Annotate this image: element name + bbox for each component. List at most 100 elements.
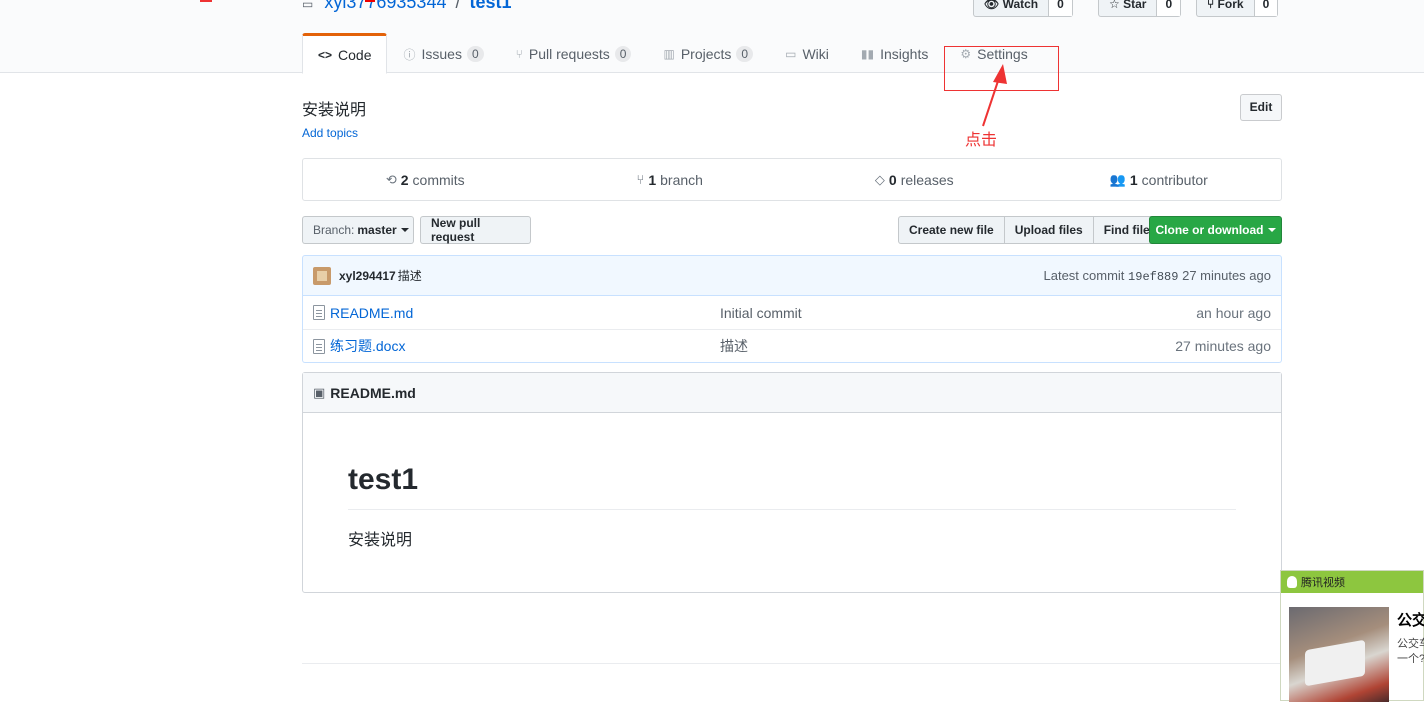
project-icon: ▥ — [663, 47, 675, 61]
repo-description: 安装说明 — [302, 102, 367, 119]
commits-count: 2 — [400, 171, 409, 188]
contributor-count: 1 — [1129, 171, 1138, 188]
projects-counter: 0 — [736, 46, 754, 62]
popup-subtitle-line: 一个? — [1397, 653, 1424, 665]
readme-text: 安装说明 — [348, 531, 413, 549]
tab-code[interactable]: <> Code — [302, 33, 388, 74]
tab-wiki[interactable]: ▭ Wiki — [769, 33, 845, 73]
table-row: README.md Initial commit an hour ago — [303, 296, 1281, 329]
tab-projects[interactable]: ▥ Projects 0 — [647, 33, 769, 73]
tab-label: Insights — [880, 46, 929, 62]
releases-label: releases — [900, 171, 954, 188]
issue-icon: ⓘ — [403, 47, 416, 62]
fork-button[interactable]: ⑂ Fork — [1197, 0, 1255, 16]
annotation-arrow — [982, 64, 1007, 127]
fork-button-group[interactable]: ⑂ Fork 0 — [1196, 0, 1279, 17]
branches-link[interactable]: ⑂ 1 branch — [548, 159, 793, 200]
history-icon: ⟲ — [385, 171, 397, 187]
file-list: README.md Initial commit an hour ago 练习题… — [302, 296, 1282, 363]
popup-brand: 腾讯视频 — [1301, 577, 1345, 589]
avatar[interactable] — [313, 266, 331, 285]
divider — [302, 663, 1424, 664]
issues-counter: 0 — [466, 46, 484, 62]
repo-nav: <> Code ⓘ Issues 0 ⑂ Pull requests 0 ▥ P… — [302, 33, 1044, 74]
branch-icon: ⑂ — [636, 172, 645, 187]
latest-commit-label: Latest commit — [1043, 267, 1125, 283]
star-button[interactable]: ☆ Star — [1099, 0, 1158, 16]
book-icon: ▣ — [313, 384, 326, 400]
readme-filename: README.md — [330, 384, 416, 401]
file-icon — [313, 338, 325, 354]
file-age: 27 minutes ago — [1175, 338, 1271, 354]
file-name-link[interactable]: 练习题.docx — [330, 336, 720, 356]
file-actions: Create new file Upload files Find file — [898, 216, 1161, 244]
releases-link[interactable]: ◇ 0 releases — [792, 159, 1037, 200]
watch-button[interactable]: 👁 Watch — [974, 0, 1050, 16]
qq-icon — [1287, 576, 1297, 588]
tab-pull-requests[interactable]: ⑂ Pull requests 0 — [500, 33, 648, 73]
clone-or-download-button[interactable]: Clone or download — [1149, 216, 1282, 244]
book-icon: ▭ — [785, 47, 797, 61]
tab-label: Code — [338, 46, 372, 63]
file-commit-message[interactable]: Initial commit — [720, 305, 1196, 321]
repo-owner-link[interactable]: xyl3776935344 — [324, 0, 446, 12]
tab-label: Wiki — [802, 46, 829, 62]
commits-link[interactable]: ⟲ 2 commits — [303, 159, 548, 200]
code-icon: <> — [318, 47, 333, 62]
commit-age: 27 minutes ago — [1182, 267, 1271, 283]
people-icon: 👥 — [1109, 171, 1126, 187]
branch-count: 1 — [648, 171, 657, 188]
file-name-link[interactable]: README.md — [330, 305, 720, 321]
readme-box: ▣ README.md test1 安装说明 — [302, 372, 1282, 593]
branch-select-button[interactable]: Branch: master — [302, 216, 414, 244]
watch-button-group[interactable]: 👁 Watch 0 — [973, 0, 1073, 17]
popup-title[interactable]: 公交 — [1397, 609, 1424, 630]
contributor-label: contributor — [1141, 171, 1208, 188]
video-popup[interactable]: 腾讯视频 公交 公交车 一个? — [1280, 570, 1424, 702]
clone-label: Clone or download — [1155, 223, 1264, 237]
tag-icon: ◇ — [874, 171, 885, 187]
repo-icon: ▭ — [302, 0, 314, 11]
watch-count[interactable]: 0 — [1049, 0, 1072, 16]
create-new-file-button[interactable]: Create new file — [898, 216, 1005, 244]
tab-label: Pull requests — [528, 46, 610, 62]
repo-title: ▭ xyl3776935344 / test1 — [302, 0, 512, 13]
tab-issues[interactable]: ⓘ Issues 0 — [387, 33, 499, 73]
commit-sha[interactable]: 19ef889 — [1128, 270, 1178, 284]
repo-header: ▭ xyl3776935344 / test1 👁 Watch 0 ☆ Star 0… — [0, 0, 1424, 74]
video-thumbnail[interactable] — [1289, 607, 1389, 702]
branch-prefix: Branch: — [313, 223, 355, 237]
file-icon — [313, 305, 325, 320]
file-commit-message[interactable]: 描述 — [720, 336, 1175, 356]
popup-header: 腾讯视频 — [1281, 571, 1423, 593]
upload-files-button[interactable]: Upload files — [1003, 216, 1094, 244]
branch-label: branch — [660, 171, 703, 188]
contributors-link[interactable]: 👥 1 contributor — [1037, 159, 1282, 200]
red-mark — [365, 0, 375, 2]
chevron-down-icon — [1267, 228, 1276, 232]
tab-insights[interactable]: ▮▮ Insights — [845, 33, 944, 73]
pull-requests-counter: 0 — [614, 46, 632, 62]
graph-icon: ▮▮ — [860, 47, 875, 61]
annotation-text: 点击 — [965, 132, 998, 149]
pull-request-icon: ⑂ — [515, 47, 523, 61]
tab-label: Issues — [421, 46, 462, 62]
star-count[interactable]: 0 — [1157, 0, 1181, 16]
readme-body: test1 安装说明 — [303, 413, 1281, 598]
edit-button[interactable]: Edit — [1240, 94, 1282, 121]
commit-tease: xyl294417 描述 Latest commit 19ef889 27 mi… — [302, 255, 1282, 296]
new-pull-request-button[interactable]: New pull request — [420, 216, 531, 244]
popup-subtitle-line: 公交车 — [1397, 638, 1424, 650]
file-age: an hour ago — [1196, 304, 1271, 321]
releases-count: 0 — [888, 171, 897, 188]
add-topics-link[interactable]: Add topics — [302, 126, 358, 140]
star-button-group[interactable]: ☆ Star 0 — [1098, 0, 1182, 17]
tab-label: Projects — [680, 46, 732, 62]
commit-message[interactable]: 描述 — [398, 267, 422, 284]
repo-name-link[interactable]: test1 — [470, 0, 512, 12]
readme-heading: test1 — [348, 461, 1236, 510]
table-row: 练习题.docx 描述 27 minutes ago — [303, 329, 1281, 362]
repo-separator: / — [455, 0, 461, 12]
commit-author[interactable]: xyl294417 — [339, 269, 396, 283]
fork-count[interactable]: 0 — [1254, 0, 1278, 16]
